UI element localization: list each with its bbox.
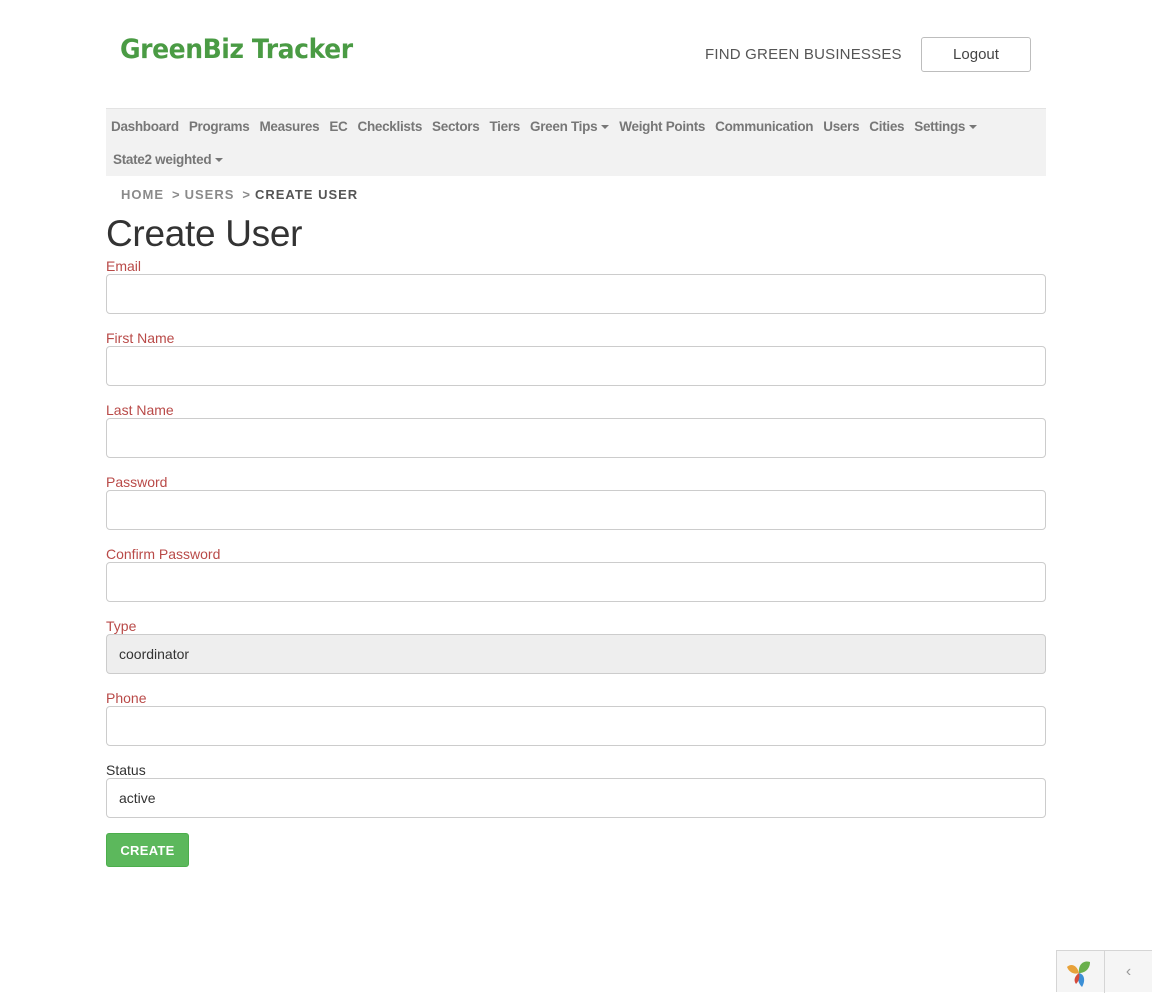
- nav-item-settings[interactable]: Settings: [909, 119, 982, 134]
- nav-item-programs[interactable]: Programs: [184, 119, 255, 134]
- nav-item-state2-weighted[interactable]: State2 weighted: [106, 152, 228, 167]
- last-name-field[interactable]: [106, 418, 1046, 458]
- nav-item-sectors[interactable]: Sectors: [427, 119, 484, 134]
- phone-label: Phone: [106, 690, 147, 706]
- create-button[interactable]: CREATE: [106, 833, 189, 867]
- caret-down-icon: [601, 124, 610, 129]
- confirm-password-label: Confirm Password: [106, 546, 221, 562]
- caret-down-icon: [215, 157, 224, 162]
- first-name-label: First Name: [106, 330, 175, 346]
- password-label: Password: [106, 474, 168, 490]
- phone-field[interactable]: [106, 706, 1046, 746]
- last-name-label: Last Name: [106, 402, 174, 418]
- nav-row-primary: Dashboard Programs Measures EC Checklist…: [106, 109, 982, 143]
- type-field[interactable]: coordinator: [106, 634, 1046, 674]
- confirm-password-field[interactable]: [106, 562, 1046, 602]
- breadcrumb-separator: >: [242, 187, 251, 202]
- nav-item-tiers[interactable]: Tiers: [484, 119, 525, 134]
- type-label: Type: [106, 618, 137, 634]
- nav-item-measures[interactable]: Measures: [254, 119, 324, 134]
- page-title: Create User: [106, 213, 303, 254]
- main-nav: Dashboard Programs Measures EC Checklist…: [106, 108, 1046, 176]
- breadcrumb-separator: >: [172, 187, 181, 202]
- nav-item-state2-weighted-label: State2 weighted: [113, 151, 212, 167]
- breadcrumb-users[interactable]: USERS: [185, 187, 235, 202]
- breadcrumb: HOME > USERS > CREATE USER: [121, 187, 358, 202]
- nav-item-users[interactable]: Users: [818, 119, 864, 134]
- breadcrumb-home[interactable]: HOME: [121, 187, 164, 202]
- caret-down-icon: [969, 124, 978, 129]
- nav-item-green-tips-label: Green Tips: [530, 118, 598, 134]
- nav-item-ec[interactable]: EC: [324, 119, 352, 134]
- site-logo[interactable]: GreenBiz Tracker: [120, 34, 353, 65]
- logout-button[interactable]: Logout: [921, 37, 1031, 72]
- chevron-left-icon[interactable]: ‹: [1105, 951, 1152, 992]
- breadcrumb-current: CREATE USER: [254, 187, 359, 202]
- status-label: Status: [106, 762, 146, 778]
- password-field[interactable]: [106, 490, 1046, 530]
- nav-item-green-tips[interactable]: Green Tips: [525, 119, 614, 134]
- status-select[interactable]: active: [106, 778, 1046, 818]
- first-name-field[interactable]: [106, 346, 1046, 386]
- email-field[interactable]: [106, 274, 1046, 314]
- nav-row-secondary: State2 weighted: [106, 142, 228, 176]
- yii-logo-icon[interactable]: [1057, 951, 1105, 993]
- debug-toolbar: ‹: [1056, 950, 1152, 993]
- nav-item-checklists[interactable]: Checklists: [353, 119, 428, 134]
- nav-item-communication[interactable]: Communication: [710, 119, 818, 134]
- find-green-businesses-link[interactable]: FIND GREEN BUSINESSES: [705, 46, 902, 63]
- nav-item-settings-label: Settings: [914, 118, 966, 134]
- site-header: GreenBiz Tracker FIND GREEN BUSINESSES L…: [106, 0, 1046, 108]
- nav-item-cities[interactable]: Cities: [864, 119, 909, 134]
- nav-item-dashboard[interactable]: Dashboard: [106, 119, 184, 134]
- email-label: Email: [106, 258, 142, 274]
- nav-item-weight-points[interactable]: Weight Points: [614, 119, 710, 134]
